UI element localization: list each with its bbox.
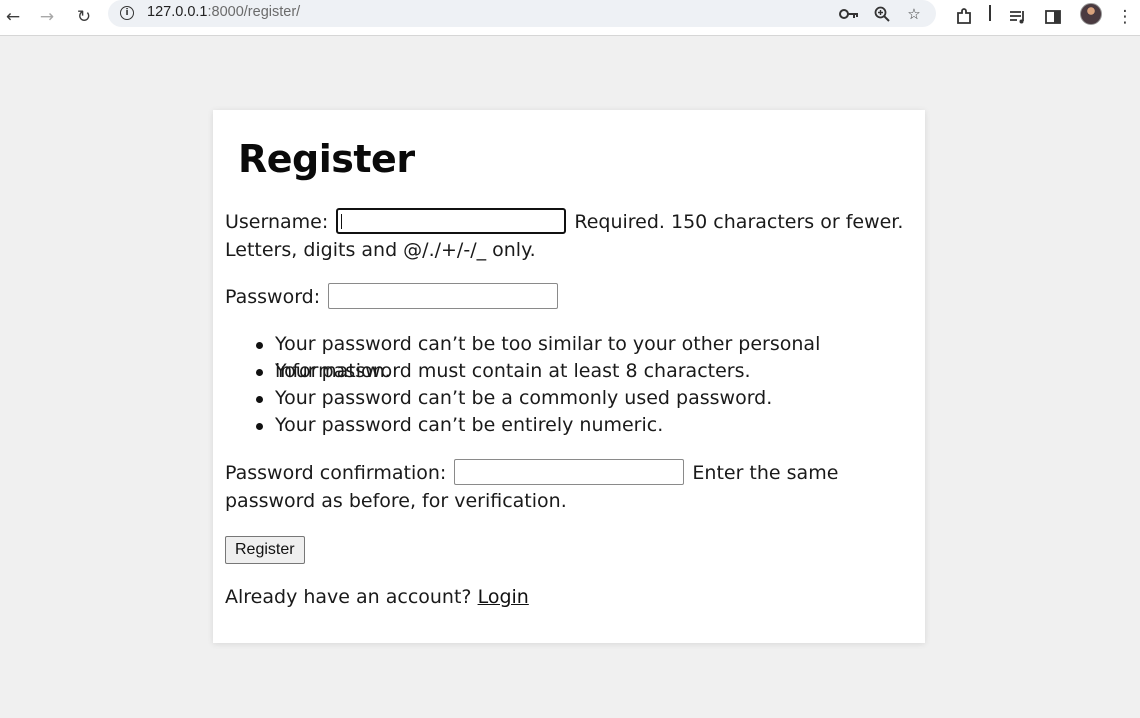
text-caret: [341, 213, 343, 229]
password-input[interactable]: [328, 282, 559, 309]
password-confirmation-label: Password confirmation:: [225, 462, 447, 484]
media-queue-icon[interactable]: [1005, 4, 1031, 30]
password-row: Password:: [225, 282, 915, 311]
profile-avatar[interactable]: [1080, 3, 1102, 25]
url-host: 127.0.0.1: [147, 4, 208, 20]
password-confirmation-input[interactable]: [454, 458, 685, 485]
login-prompt: Already have an account? Login: [225, 583, 915, 611]
site-info-icon[interactable]: i: [120, 6, 134, 20]
login-prompt-text: Already have an account?: [225, 586, 472, 608]
bookmark-star-icon[interactable]: ☆: [903, 3, 925, 25]
register-card: Register Username: Required. 150 charact…: [213, 110, 925, 643]
browser-toolbar: ← → ↻ i 127.0.0.1:8000/register/ ☆ ⋮: [0, 0, 1140, 36]
key-icon[interactable]: [838, 3, 860, 25]
password-label: Password:: [225, 286, 321, 308]
password-rules-list: Your password can’t be too similar to yo…: [251, 331, 931, 439]
address-bar[interactable]: i 127.0.0.1:8000/register/ ☆: [108, 0, 936, 27]
password-confirmation-row: Password confirmation: Enter the same pa…: [225, 458, 915, 515]
reload-icon[interactable]: ↻: [71, 4, 97, 30]
page-title: Register: [238, 137, 415, 181]
forward-icon[interactable]: →: [34, 4, 60, 30]
zoom-icon[interactable]: [871, 3, 893, 25]
username-row: Username: Required. 150 characters or fe…: [225, 207, 915, 264]
login-link[interactable]: Login: [478, 586, 529, 608]
list-item: Your password can’t be a commonly used p…: [251, 385, 931, 412]
register-button[interactable]: Register: [225, 536, 305, 564]
username-input[interactable]: [336, 207, 567, 234]
list-item: Your password can’t be too similar to yo…: [251, 331, 931, 382]
menu-kebab-icon[interactable]: ⋮: [1112, 4, 1138, 30]
extensions-icon[interactable]: [951, 4, 977, 30]
list-item: Your password must contain at least 8 ch…: [251, 358, 931, 385]
url-path: :8000/register/: [207, 4, 301, 20]
username-label: Username:: [225, 211, 329, 233]
list-item: Your password can’t be entirely numeric.: [251, 412, 931, 439]
toolbar-separator: [989, 5, 991, 21]
back-icon[interactable]: ←: [0, 4, 26, 30]
url-text[interactable]: 127.0.0.1:8000/register/: [147, 4, 300, 20]
side-panel-icon[interactable]: [1040, 4, 1066, 30]
